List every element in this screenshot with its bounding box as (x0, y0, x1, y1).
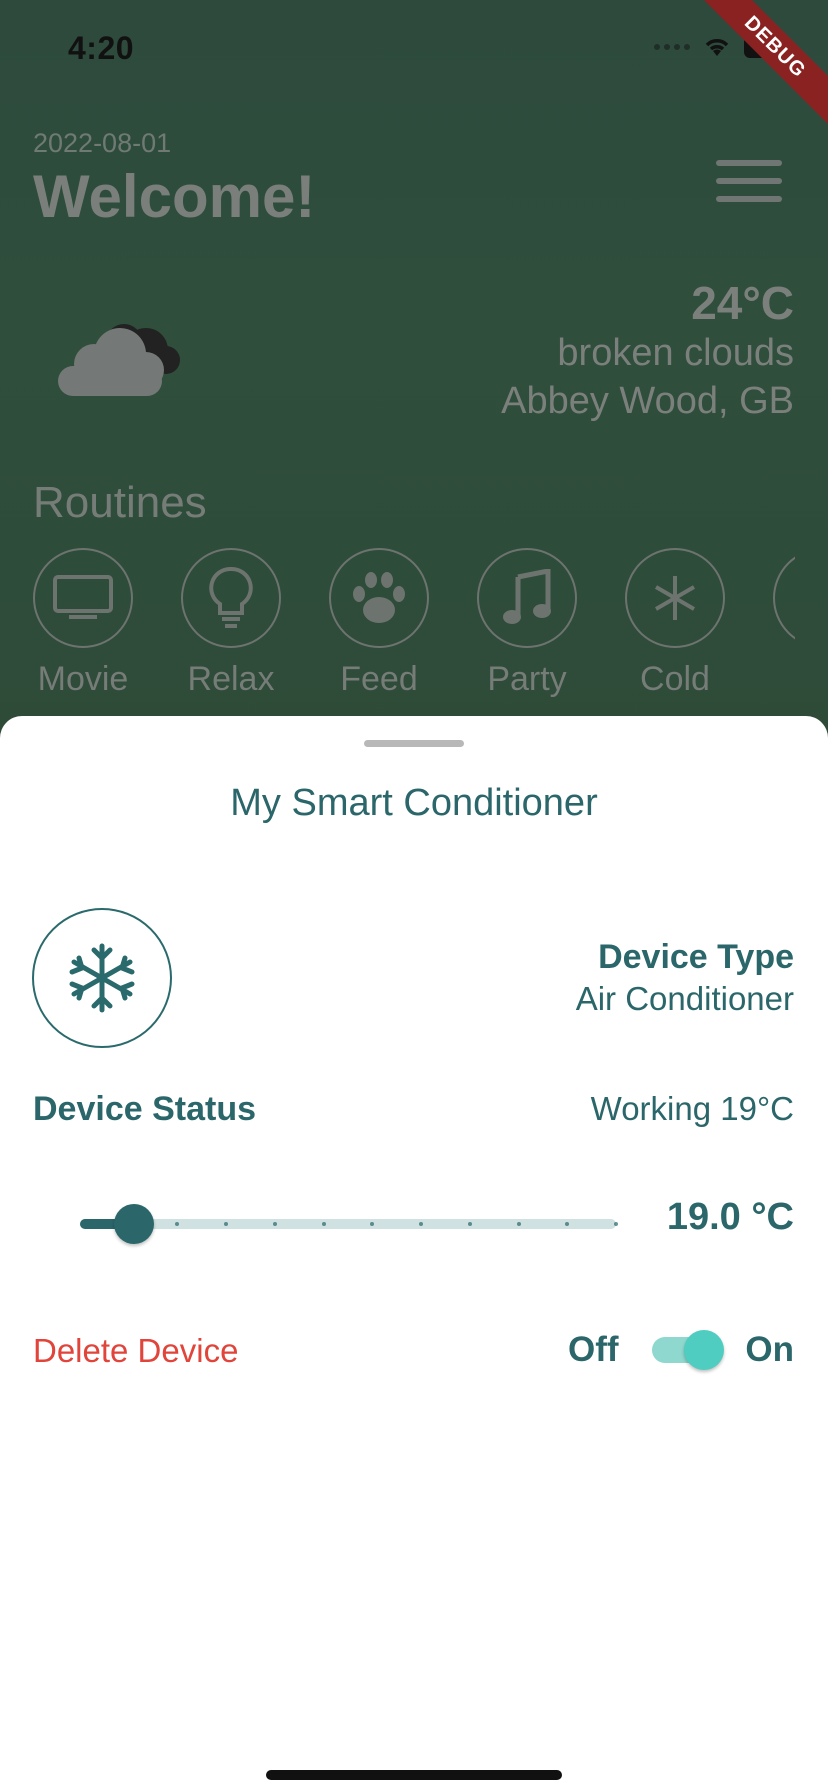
routine-label: Party (487, 660, 567, 698)
device-type-value: Air Conditioner (575, 980, 794, 1017)
toggle-on-label: On (745, 1330, 794, 1369)
device-type-label: Device Type (598, 938, 794, 976)
slider-tick (516, 1222, 521, 1226)
wifi-icon (705, 39, 729, 56)
routine-label: Relax (187, 660, 275, 698)
delete-device-button[interactable]: Delete Device (33, 1332, 238, 1370)
routines-list: Movie Relax Feed Party Cold A (33, 548, 795, 698)
snowflake-icon (654, 576, 696, 620)
toggle-thumb (684, 1330, 724, 1370)
device-status-label: Device Status (33, 1090, 256, 1128)
slider-thumb[interactable] (113, 1204, 154, 1244)
toggle-off-label: Off (568, 1330, 619, 1369)
tv-icon (53, 575, 113, 619)
slider-tick (321, 1222, 326, 1226)
welcome-title: Welcome! (33, 163, 316, 230)
device-bottom-sheet: My Smart Conditioner Device Type Air Con… (0, 716, 828, 1792)
home-indicator (266, 1770, 562, 1780)
paw-icon (353, 572, 405, 623)
device-status-value: Working 19°C (590, 1090, 794, 1127)
routine-cold[interactable]: Cold (625, 548, 725, 698)
menu-icon[interactable] (716, 160, 782, 202)
routine-feed[interactable]: Feed (329, 548, 429, 698)
lightbulb-icon (209, 566, 253, 628)
routine-label: Cold (640, 660, 710, 698)
weather-location: Abbey Wood, GB (501, 380, 794, 422)
device-name-title: My Smart Conditioner (230, 782, 598, 824)
temperature-slider[interactable] (80, 1204, 618, 1244)
power-toggle[interactable] (652, 1330, 724, 1370)
routine-label: Feed (340, 660, 418, 698)
snowflake-icon (69, 943, 135, 1013)
routine-movie[interactable]: Movie (33, 548, 133, 698)
routine-relax[interactable]: Relax (181, 548, 281, 698)
cloud-icon (58, 324, 180, 396)
sheet-grabber[interactable] (364, 740, 464, 747)
slider-tick (614, 1222, 618, 1226)
weather-description: broken clouds (557, 332, 794, 374)
routine-label: Movie (37, 660, 129, 698)
status-time: 4:20 (68, 30, 135, 66)
signal-icon (654, 44, 690, 50)
routines-title: Routines (33, 478, 207, 527)
routine-party[interactable]: Party (477, 548, 577, 698)
slider-track (80, 1219, 616, 1229)
circle-icon (773, 548, 795, 648)
routine-label: A (773, 660, 795, 698)
weather-temperature: 24°C (691, 277, 794, 329)
debug-banner: DEBUG (688, 0, 828, 134)
slider-tick (272, 1222, 277, 1226)
header-date: 2022-08-01 (33, 128, 172, 158)
routine-partial[interactable]: A (773, 548, 795, 698)
home-screen-background: 4:20 DEBUG 2022-08-01 Welcome! 24°C brok… (0, 0, 828, 760)
slider-tick (467, 1222, 472, 1226)
device-icon (32, 908, 172, 1048)
slider-value-label: 19.0 °C (666, 1196, 794, 1238)
music-note-icon (503, 569, 551, 624)
